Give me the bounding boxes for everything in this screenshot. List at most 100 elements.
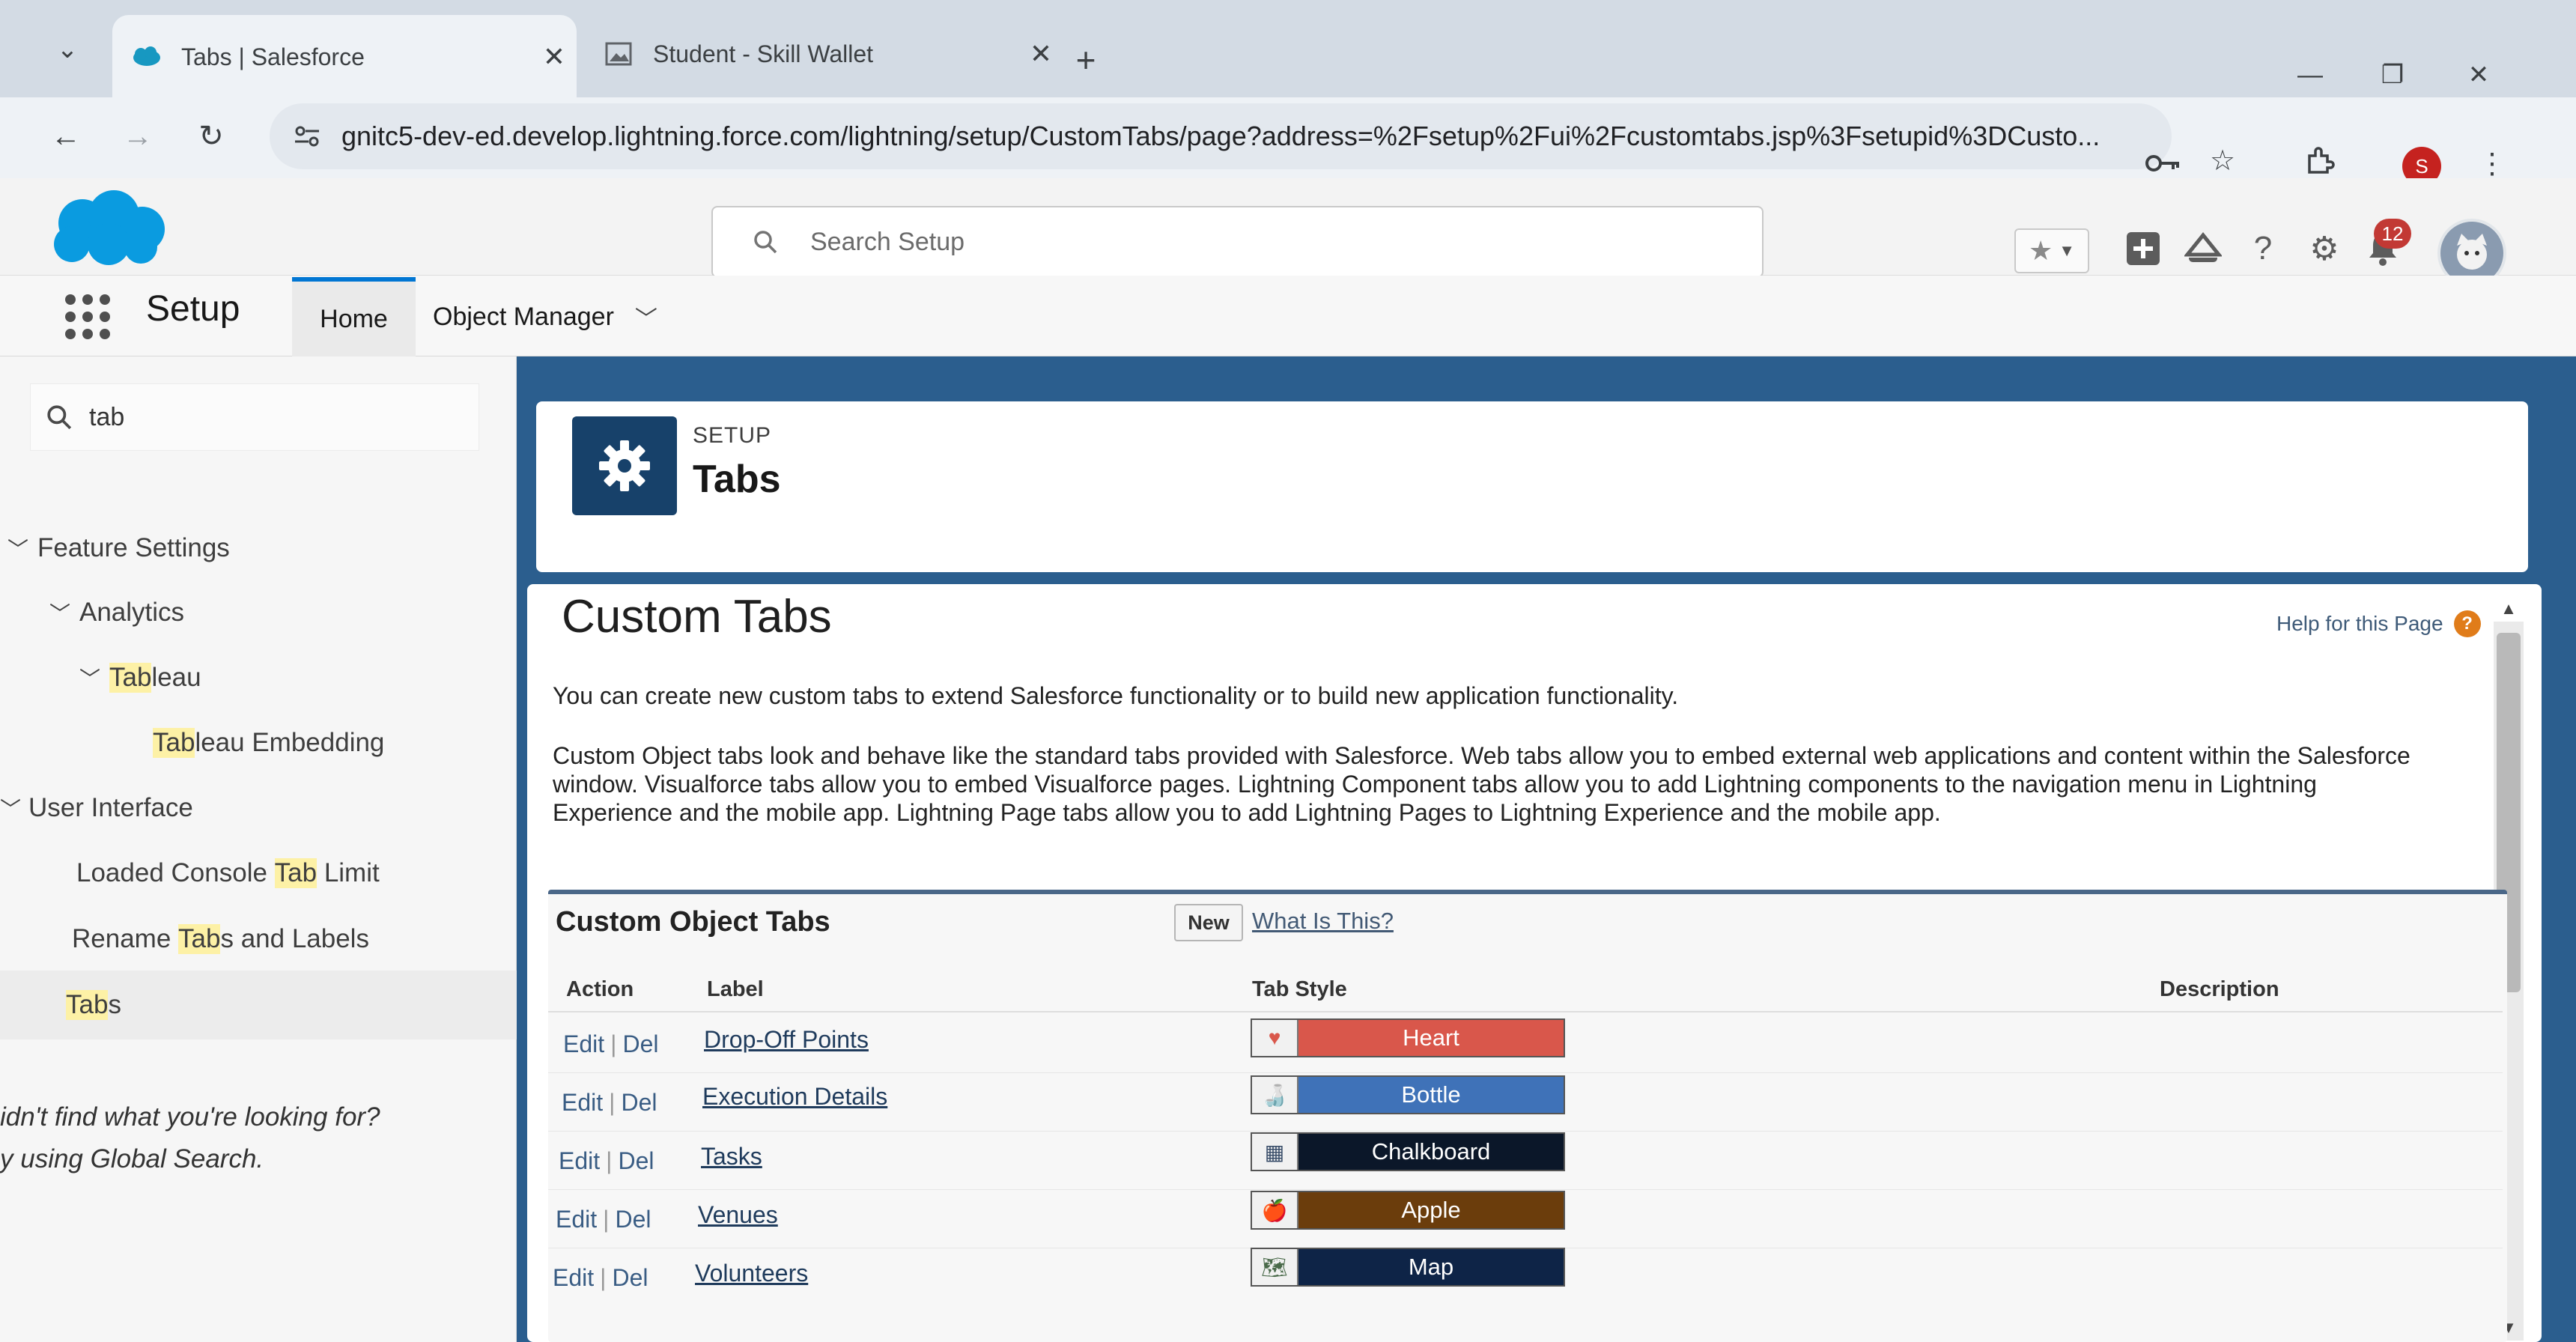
edit-link[interactable]: Edit: [559, 1147, 600, 1174]
tab-style-swatch: ♥ Heart: [1251, 1018, 1565, 1057]
new-tab-button[interactable]: +: [1063, 37, 1108, 82]
tab-style-name: Bottle: [1298, 1077, 1564, 1113]
chevron-down-icon: ﹀: [7, 538, 29, 561]
browser-tab-salesforce[interactable]: Tabs | Salesforce ✕: [112, 15, 577, 99]
page-header-title: Tabs: [693, 458, 781, 501]
image-favicon-icon: [602, 37, 635, 70]
chevron-down-icon: ﹀: [49, 602, 71, 625]
tab-label-link[interactable]: Execution Details: [702, 1083, 887, 1111]
address-bar[interactable]: gnitc5-dev-ed.develop.lightning.force.co…: [270, 103, 2172, 169]
column-header-tab-style: Tab Style: [1252, 977, 1347, 1001]
help-for-this-page-link[interactable]: Help for this Page ?: [2276, 610, 2481, 637]
reload-button[interactable]: ↻: [187, 112, 235, 160]
setup-search-input[interactable]: Search Setup: [711, 206, 1764, 278]
trailhead-icon[interactable]: [2179, 225, 2227, 273]
close-tab-icon[interactable]: ✕: [532, 41, 577, 73]
nav-tab-home[interactable]: Home: [292, 277, 416, 356]
help-icon[interactable]: ?: [2239, 225, 2287, 273]
apple-icon: 🍎: [1252, 1192, 1298, 1228]
page-title: Custom Tabs: [562, 591, 832, 643]
tree-item-feature-settings[interactable]: ﹀ Feature Settings: [7, 533, 230, 563]
edit-link[interactable]: Edit: [563, 1030, 604, 1057]
minimize-button[interactable]: ―: [2284, 52, 2336, 97]
tab-style-name: Chalkboard: [1298, 1134, 1564, 1170]
reload-icon: ↻: [198, 120, 224, 153]
edit-link[interactable]: Edit: [556, 1206, 597, 1233]
tab-label-link[interactable]: Venues: [698, 1201, 778, 1229]
row-actions: Edit | Del: [553, 1264, 648, 1291]
description-line: Experience and the mobile app. Lightning…: [553, 799, 1941, 826]
arrow-right-icon: →: [123, 119, 153, 153]
setup-sidebar: [0, 356, 517, 1342]
tab-style-swatch: 🗺 Map: [1251, 1248, 1565, 1287]
list-title: Custom Object Tabs: [556, 906, 830, 938]
notification-count-badge: 12: [2374, 219, 2411, 249]
tree-item-tabs-selected[interactable]: Tab s: [0, 971, 517, 1039]
restore-button[interactable]: ❐: [2366, 52, 2419, 97]
delete-link[interactable]: Del: [618, 1147, 654, 1174]
row-divider: [548, 1131, 2503, 1132]
quick-find-value: tab: [89, 402, 125, 431]
tab-label-link[interactable]: Tasks: [701, 1143, 762, 1171]
description-line: window. Visualforce tabs allow you to em…: [553, 771, 2317, 798]
quick-find-input[interactable]: tab: [30, 383, 479, 451]
heart-icon: ♥: [1252, 1020, 1298, 1056]
tree-item-tableau[interactable]: ﹀ Tab leau: [79, 663, 201, 693]
app-name: Setup: [146, 289, 240, 329]
edit-link[interactable]: Edit: [553, 1264, 594, 1291]
tab-label-link[interactable]: Drop-Off Points: [704, 1026, 869, 1054]
delete-link[interactable]: Del: [612, 1264, 648, 1291]
tab-search-button[interactable]: ⌄: [37, 25, 97, 73]
map-icon: 🗺: [1252, 1249, 1298, 1285]
help-icon: ?: [2453, 610, 2481, 637]
extensions-icon[interactable]: [2299, 139, 2341, 181]
browser-tab-skill-wallet[interactable]: Student - Skill Wallet ✕: [584, 16, 1063, 91]
row-divider: [548, 1189, 2503, 1190]
tree-item-loaded-console-tab-limit[interactable]: Loaded Console Tab Limit: [76, 858, 380, 888]
bottle-icon: 🍶: [1252, 1077, 1298, 1113]
column-header-description: Description: [2160, 977, 2279, 1001]
nav-tab-object-manager[interactable]: Object Manager ﹀: [433, 277, 702, 356]
setup-gear-icon: [572, 416, 677, 515]
bookmark-star-icon[interactable]: ☆: [2202, 139, 2244, 181]
forward-button[interactable]: →: [114, 112, 162, 160]
plus-icon: +: [1075, 40, 1096, 79]
tree-item-tableau-embedding[interactable]: Tab leau Embedding: [153, 728, 384, 758]
delete-link[interactable]: Del: [622, 1030, 658, 1057]
salesforce-logo[interactable]: [45, 186, 172, 268]
row-actions: Edit | Del: [562, 1089, 657, 1116]
close-tab-icon[interactable]: ✕: [1018, 38, 1063, 70]
not-found-text: idn't find what you're looking for?: [0, 1102, 380, 1132]
tree-item-rename-tabs-and-labels[interactable]: Rename Tab s and Labels: [72, 924, 369, 954]
chevron-down-icon[interactable]: ﹀: [635, 300, 657, 333]
global-actions-button[interactable]: [2119, 225, 2167, 273]
row-actions: Edit | Del: [559, 1147, 654, 1174]
scroll-up-icon[interactable]: ▲: [2494, 599, 2524, 619]
edit-link[interactable]: Edit: [562, 1089, 603, 1116]
delete-link[interactable]: Del: [615, 1206, 651, 1233]
tree-item-analytics[interactable]: ﹀ Analytics: [49, 598, 184, 628]
new-tab-button[interactable]: New: [1174, 904, 1243, 941]
delete-link[interactable]: Del: [621, 1089, 657, 1116]
salesforce-favicon-icon: [130, 40, 163, 73]
close-window-button[interactable]: ✕: [2452, 52, 2505, 97]
tree-item-user-interface[interactable]: ﹀ User Interface: [0, 793, 193, 823]
tab-style-name: Heart: [1298, 1020, 1564, 1056]
back-button[interactable]: ←: [42, 112, 90, 160]
settings-gear-icon[interactable]: ⚙: [2300, 225, 2348, 273]
what-is-this-link[interactable]: What Is This?: [1252, 908, 1394, 935]
tab-label-link[interactable]: Volunteers: [695, 1260, 808, 1287]
app-launcher-icon[interactable]: [61, 291, 114, 343]
tab-title: Student - Skill Wallet: [653, 40, 874, 67]
description-line: Custom Object tabs look and behave like …: [553, 742, 2411, 769]
site-info-icon[interactable]: [285, 114, 329, 159]
search-icon: [46, 404, 73, 431]
tab-style-name: Apple: [1298, 1192, 1564, 1228]
favorites-button[interactable]: ★ ▼: [2014, 228, 2089, 273]
row-actions: Edit | Del: [563, 1030, 659, 1057]
tab-style-swatch: 🍎 Apple: [1251, 1191, 1565, 1230]
global-search-hint: y using Global Search.: [0, 1144, 264, 1174]
row-divider: [548, 1072, 2503, 1073]
search-icon: [743, 229, 788, 255]
page-header-card: [536, 401, 2528, 572]
